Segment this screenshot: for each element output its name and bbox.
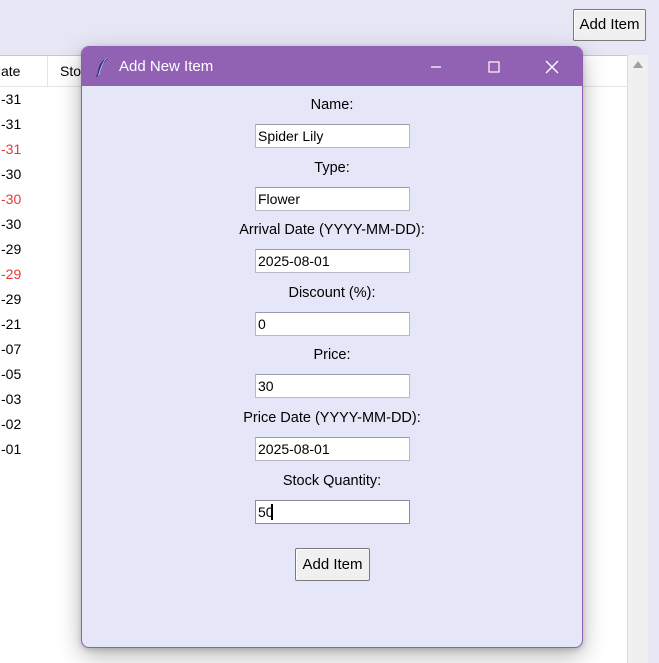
- type-label: Type:: [314, 160, 350, 176]
- maximize-icon: [488, 60, 500, 73]
- dialog-titlebar[interactable]: Add New Item: [82, 47, 582, 86]
- price-date-input[interactable]: [255, 437, 410, 461]
- table-row[interactable]: -05: [1, 362, 21, 387]
- stock-quantity-label: Stock Quantity:: [282, 473, 382, 489]
- table-row[interactable]: -01: [1, 437, 21, 462]
- type-input[interactable]: [255, 187, 410, 211]
- close-icon: [545, 60, 559, 73]
- price-date-label: Price Date (YYYY-MM-DD):: [243, 410, 421, 426]
- table-row[interactable]: -29: [1, 237, 21, 262]
- table-vertical-scrollbar[interactable]: [627, 55, 649, 663]
- table-row[interactable]: -02: [1, 412, 21, 437]
- table-row[interactable]: -29: [1, 287, 21, 312]
- table-row[interactable]: -31: [1, 112, 21, 137]
- table-row[interactable]: -30: [1, 212, 21, 237]
- text-cursor: [271, 504, 273, 520]
- table-row[interactable]: -29: [1, 262, 21, 287]
- table-row[interactable]: -31: [1, 137, 21, 162]
- minimize-button[interactable]: [407, 47, 465, 86]
- close-button[interactable]: [523, 47, 581, 86]
- table-row[interactable]: -03: [1, 387, 21, 412]
- dialog-title: Add New Item: [119, 58, 214, 75]
- arrival-date-input[interactable]: [255, 249, 410, 273]
- name-label: Name:: [310, 97, 354, 113]
- price-label: Price:: [313, 347, 351, 363]
- feather-icon: [96, 57, 108, 77]
- table-row[interactable]: -30: [1, 187, 21, 212]
- add-new-item-dialog: Add New Item Name: Type: Arrival Date (Y…: [81, 46, 583, 648]
- scroll-up-arrow-icon[interactable]: [633, 61, 643, 68]
- table-row[interactable]: -30: [1, 162, 21, 187]
- main-add-item-button[interactable]: Add Item: [573, 9, 646, 41]
- discount-input[interactable]: [255, 312, 410, 336]
- add-item-submit-button[interactable]: Add Item: [295, 548, 370, 581]
- price-input[interactable]: [255, 374, 410, 398]
- name-input[interactable]: [255, 124, 410, 148]
- table-row[interactable]: -21: [1, 312, 21, 337]
- discount-label: Discount (%):: [288, 285, 376, 301]
- table-row[interactable]: -07: [1, 337, 21, 362]
- maximize-button[interactable]: [465, 47, 523, 86]
- stock-quantity-input[interactable]: [255, 500, 410, 524]
- arrival-date-label: Arrival Date (YYYY-MM-DD):: [239, 222, 425, 238]
- window-edge: [648, 55, 659, 663]
- table-row[interactable]: -31: [1, 87, 21, 112]
- minimize-icon: [431, 65, 441, 68]
- column-header-date[interactable]: ate: [0, 56, 47, 86]
